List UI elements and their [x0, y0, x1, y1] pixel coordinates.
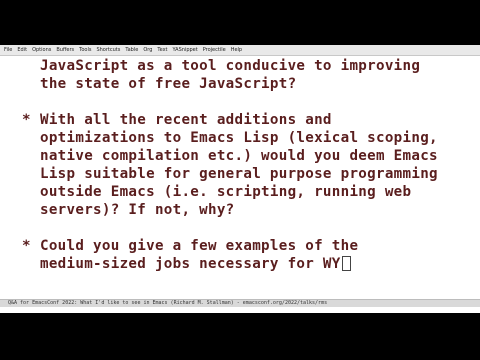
menu-bar: File Edit Options Buffers Tools Shortcut…	[0, 45, 480, 56]
buffer-line: Could you give a few examples of the	[40, 238, 359, 254]
buffer-line: optimizations to Emacs Lisp (lexical sco…	[40, 130, 438, 146]
minibuffer[interactable]	[0, 307, 480, 313]
buffer-line-with-cursor: medium-sized jobs necessary for WY	[40, 255, 351, 273]
buffer-line: JavaScript as a tool conducive to improv…	[40, 58, 421, 74]
menu-file[interactable]: File	[4, 47, 12, 53]
mode-line: Q&A for EmacsConf 2022: What I'd like to…	[0, 299, 480, 307]
menu-table[interactable]: Table	[125, 47, 138, 53]
menu-buffers[interactable]: Buffers	[56, 47, 74, 53]
list-bullet: *	[22, 112, 31, 128]
menu-shortcuts[interactable]: Shortcuts	[96, 47, 120, 53]
buffer-line: outside Emacs (i.e. scripting, running w…	[40, 184, 412, 200]
menu-text[interactable]: Text	[157, 47, 167, 53]
buffer-line: Lisp suitable for general purpose progra…	[40, 166, 438, 182]
menu-yasnippet[interactable]: YASnippet	[173, 47, 198, 53]
buffer-line-text: medium-sized jobs necessary for WY	[40, 256, 341, 272]
menu-org[interactable]: Org	[143, 47, 152, 53]
buffer-line: native compilation etc.) would you deem …	[40, 148, 438, 164]
text-buffer[interactable]: JavaScript as a tool conducive to improv…	[0, 56, 480, 299]
menu-edit[interactable]: Edit	[17, 47, 27, 53]
menu-projectile[interactable]: Projectile	[203, 47, 226, 53]
emacs-frame: File Edit Options Buffers Tools Shortcut…	[0, 45, 480, 313]
menu-tools[interactable]: Tools	[79, 47, 91, 53]
menu-options[interactable]: Options	[32, 47, 51, 53]
text-cursor	[341, 256, 351, 271]
menu-help[interactable]: Help	[231, 47, 242, 53]
buffer-line: servers)? If not, why?	[40, 202, 235, 218]
list-bullet: *	[22, 238, 31, 254]
buffer-line: the state of free JavaScript?	[40, 76, 297, 92]
buffer-line: With all the recent additions and	[40, 112, 332, 128]
